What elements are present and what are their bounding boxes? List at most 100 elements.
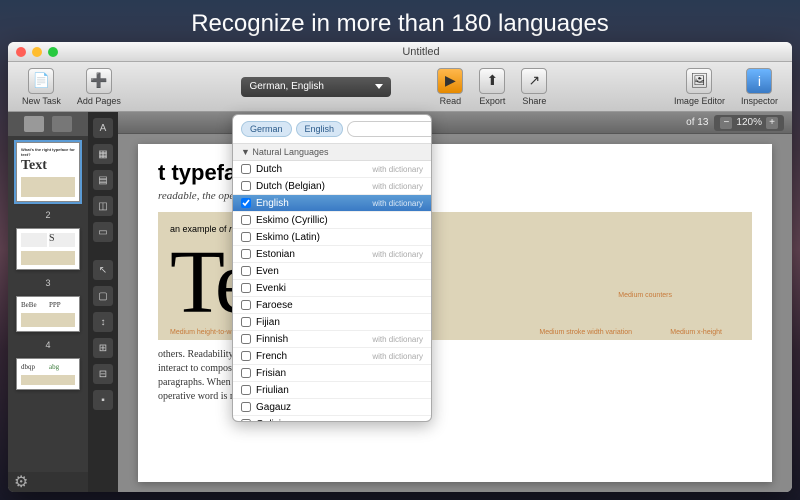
select-tool-icon[interactable]: ↖ [93,260,113,280]
gear-icon[interactable]: ⚙ [14,472,28,492]
window-controls [16,47,58,57]
language-checkbox[interactable] [241,249,251,259]
dictionary-badge: with dictionary [372,182,423,191]
zoom-control: − 120% + [714,115,784,131]
table-tool-icon[interactable]: ▤ [93,170,113,190]
dictionary-badge: with dictionary [372,250,423,259]
read-button[interactable]: ▶Read [431,66,469,108]
language-option[interactable]: Eskimo (Latin) [233,229,431,246]
add-tool-icon[interactable]: ⊞ [93,338,113,358]
language-checkbox[interactable] [241,300,251,310]
language-option[interactable]: Frisian [233,365,431,382]
language-option[interactable]: Estonianwith dictionary [233,246,431,263]
language-label: Frisian [256,368,423,379]
language-list[interactable]: Dutchwith dictionaryDutch (Belgian)with … [233,161,431,421]
export-button[interactable]: ⬆Export [473,66,511,108]
thumbnail-sidebar: What's the right typeface for text?Text … [8,112,88,492]
zoom-icon[interactable] [48,47,58,57]
language-checkbox[interactable] [241,351,251,361]
inspector-button[interactable]: iInspector [735,66,784,108]
language-option[interactable]: Eskimo (Cyrillic) [233,212,431,229]
language-label: Faroese [256,300,423,311]
language-checkbox[interactable] [241,232,251,242]
language-option[interactable]: Dutchwith dictionary [233,161,431,178]
share-icon: ↗ [521,68,547,94]
language-label: French [256,351,367,362]
language-checkbox[interactable] [241,266,251,276]
document-canvas[interactable]: t typeface for text? readable, the opera… [118,134,792,492]
outline-tab-icon[interactable] [52,116,72,132]
dictionary-badge: with dictionary [372,199,423,208]
language-checkbox[interactable] [241,419,251,421]
language-dropdown: German English ◷ ▼ Natural Languages Dut… [232,114,432,422]
language-checkbox[interactable] [241,334,251,344]
dictionary-badge: with dictionary [372,165,423,174]
page-indicator: of 13 [686,117,708,128]
new-task-icon: 📄 [28,68,54,94]
image-tool-icon[interactable]: ▦ [93,144,113,164]
misc-tool-icon[interactable]: ▪ [93,390,113,410]
language-checkbox[interactable] [241,215,251,225]
share-button[interactable]: ↗Share [515,66,553,108]
language-token[interactable]: German [241,121,292,137]
titlebar: Untitled [8,42,792,62]
language-option[interactable]: Finnishwith dictionary [233,331,431,348]
annotation: Medium counters [618,292,672,299]
pointer-tool-icon[interactable]: ▭ [93,222,113,242]
page-thumbnail[interactable]: dbqpabg [16,358,80,390]
page-thumbnail[interactable]: What's the right typeface for text?Text [16,142,80,202]
close-icon[interactable] [16,47,26,57]
add-pages-icon: ➕ [86,68,112,94]
minimize-icon[interactable] [32,47,42,57]
zoom-in-button[interactable]: + [766,117,778,129]
language-checkbox[interactable] [241,402,251,412]
text-tool-icon[interactable]: A [93,118,113,138]
page-thumbnail[interactable]: S [16,228,80,270]
language-option[interactable]: Gagauz [233,399,431,416]
language-token[interactable]: English [296,121,344,137]
dictionary-badge: with dictionary [372,352,423,361]
language-label: English [256,198,367,209]
language-checkbox[interactable] [241,317,251,327]
language-search-input[interactable] [347,121,432,137]
erase-tool-icon[interactable]: ▢ [93,286,113,306]
new-task-button[interactable]: 📄New Task [16,66,67,108]
inspector-icon: i [746,68,772,94]
thumbnails-tab-icon[interactable] [24,116,44,132]
remove-tool-icon[interactable]: ⊟ [93,364,113,384]
thumbnail-list: What's the right typeface for text?Text … [8,136,88,472]
language-option[interactable]: Faroese [233,297,431,314]
annotation: Medium stroke width variation [539,329,632,336]
language-label: Evenki [256,283,423,294]
language-checkbox[interactable] [241,385,251,395]
add-pages-button[interactable]: ➕Add Pages [71,66,127,108]
order-tool-icon[interactable]: ↕ [93,312,113,332]
image-editor-button[interactable]: 🖼Image Editor [668,66,731,108]
language-option[interactable]: Friulian [233,382,431,399]
language-selector[interactable]: German, English [241,77,391,97]
tool-palette: A ▦ ▤ ◫ ▭ ↖ ▢ ↕ ⊞ ⊟ ▪ [88,112,118,492]
language-option[interactable]: English with dictionary [233,195,431,212]
dropdown-section-header: ▼ Natural Languages [233,144,431,161]
main-area: of 13 − 120% + t typeface for text? read… [118,112,792,492]
language-checkbox[interactable] [241,283,251,293]
language-option[interactable]: Dutch (Belgian)with dictionary [233,178,431,195]
language-option[interactable]: Galician [233,416,431,421]
dropdown-header: German English ◷ [233,115,431,144]
language-checkbox[interactable] [241,181,251,191]
page-bar: of 13 − 120% + [118,112,792,134]
language-option[interactable]: Evenki [233,280,431,297]
language-option[interactable]: Fijian [233,314,431,331]
language-checkbox[interactable] [241,198,251,208]
marketing-tagline: Recognize in more than 180 languages [0,10,800,38]
zoom-out-button[interactable]: − [720,117,732,129]
page-thumbnail[interactable]: BeBePPP [16,296,80,332]
language-option[interactable]: French with dictionary [233,348,431,365]
language-checkbox[interactable] [241,164,251,174]
language-option[interactable]: Even [233,263,431,280]
language-label: Fijian [256,317,423,328]
language-checkbox[interactable] [241,368,251,378]
area-tool-icon[interactable]: ◫ [93,196,113,216]
language-label: Eskimo (Latin) [256,232,423,243]
sidebar-footer: ⚙ [8,472,88,492]
